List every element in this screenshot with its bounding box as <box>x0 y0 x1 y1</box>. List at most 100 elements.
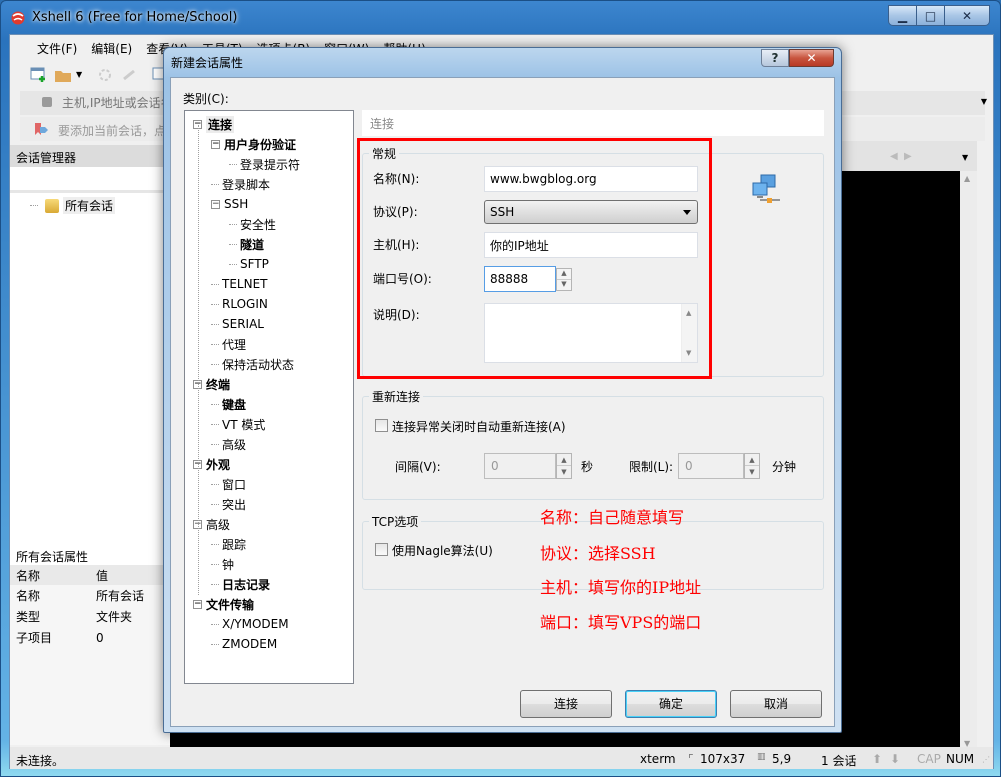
tree-all-sessions-label: 所有会话 <box>63 197 116 214</box>
nagle-label: 使用Nagle算法(U) <box>392 544 493 558</box>
tree-item[interactable]: 窗口 <box>211 475 246 493</box>
tree-item[interactable]: 登录脚本 <box>211 175 270 193</box>
spin-up-icon[interactable]: ▲ <box>557 269 571 280</box>
open-folder-icon[interactable] <box>54 67 72 83</box>
tree-item-label: 高级 <box>206 517 231 532</box>
tree-item[interactable]: TELNET <box>211 275 268 293</box>
tree-item[interactable]: 登录提示符 <box>229 155 300 173</box>
maximize-button[interactable]: □ <box>917 6 945 25</box>
tab-list-dropdown-icon[interactable]: ▼ <box>962 153 968 162</box>
tree-connector <box>211 283 219 285</box>
description-scrollbar[interactable]: ▲ ▼ <box>681 304 697 362</box>
chevron-down-icon <box>683 210 691 215</box>
table-row: 名称 所有会话 <box>10 585 170 606</box>
spin-up-icon[interactable]: ▲ <box>557 454 571 466</box>
section-title: 连接 <box>362 110 824 136</box>
scroll-down-icon[interactable]: ▼ <box>686 349 691 357</box>
spin-up-icon[interactable]: ▲ <box>745 454 759 466</box>
collapse-icon[interactable]: − <box>193 599 202 609</box>
tab-scroll-left-icon[interactable]: ◀ <box>890 151 898 162</box>
new-session-dialog: 新建会话属性 ? ✕ 类别(C): − 连接 − 用户身份验证 登录提示符 登录脚本 − SS… <box>163 47 842 733</box>
session-manager: 会话管理器 所有会话 所有会话属性 名称 值 名称 所有会话 类型 文件夹 子项… <box>10 145 170 745</box>
tree-item-label: 钟 <box>222 557 235 572</box>
cancel-button[interactable]: 取消 <box>730 690 822 718</box>
protocol-select[interactable]: SSH <box>484 200 698 224</box>
cursor-position: 5,9 <box>772 752 792 766</box>
caps-lock-indicator: CAP <box>917 752 941 766</box>
new-session-icon[interactable] <box>30 67 48 83</box>
add-session-arrow-icon[interactable] <box>34 122 50 136</box>
port-input[interactable] <box>484 266 556 292</box>
tree-all-sessions[interactable]: 所有会话 <box>30 197 116 214</box>
help-button[interactable]: ? <box>761 49 789 67</box>
tree-item[interactable]: X/YMODEM <box>211 615 289 633</box>
connect-button[interactable]: 连接 <box>520 690 612 718</box>
spin-down-icon[interactable]: ▼ <box>745 466 759 478</box>
col-name[interactable]: 名称 <box>10 567 90 584</box>
col-value[interactable]: 值 <box>90 567 108 584</box>
annotation-protocol: 协议：选择SSH <box>540 544 656 563</box>
tree-item-label: 键盘 <box>222 397 247 412</box>
tree-item-label: X/YMODEM <box>222 617 289 631</box>
minimize-button[interactable]: ▁ <box>889 6 917 25</box>
tree-item[interactable]: 代理 <box>211 335 246 353</box>
tree-item[interactable]: 键盘 <box>211 395 246 413</box>
tree-item[interactable]: 日志记录 <box>211 575 270 593</box>
tree-item[interactable]: ZMODEM <box>211 635 277 653</box>
tree-item[interactable]: 隧道 <box>229 235 264 253</box>
session-search[interactable] <box>10 167 169 193</box>
tree-connector <box>211 303 219 305</box>
close-button[interactable]: ✕ <box>945 6 989 25</box>
tree-connector <box>211 583 219 585</box>
tree-connector <box>211 183 219 185</box>
tree-item[interactable]: 安全性 <box>229 215 276 233</box>
open-dropdown-icon[interactable]: ▼ <box>76 70 82 79</box>
session-count: 1 会话 <box>821 754 857 768</box>
interval-stepper[interactable]: ▲ ▼ <box>556 453 572 479</box>
spin-down-icon[interactable]: ▼ <box>557 280 571 291</box>
tree-item[interactable]: RLOGIN <box>211 295 268 313</box>
tree-item[interactable]: − 用户身份验证 <box>211 135 296 153</box>
tree-item-label: TELNET <box>222 277 268 291</box>
tree-item[interactable]: SERIAL <box>211 315 264 333</box>
tab-scroll-right-icon[interactable]: ▶ <box>904 151 912 162</box>
menu-file[interactable]: 文件(F) <box>30 40 84 57</box>
host-input[interactable] <box>484 232 698 258</box>
tree-item[interactable]: SFTP <box>229 255 269 273</box>
dialog-close-button[interactable]: ✕ <box>789 49 834 67</box>
tree-item[interactable]: 钟 <box>211 555 234 573</box>
limit-input[interactable]: 0 <box>678 453 744 479</box>
name-label: 名称(N): <box>373 172 420 186</box>
tree-item[interactable]: 跟踪 <box>211 535 246 553</box>
scroll-up-icon[interactable]: ▲ <box>686 309 691 317</box>
tree-item[interactable]: 保持活动状态 <box>211 355 294 373</box>
app-title: Xshell 6 (Free for Home/School) <box>32 10 238 25</box>
description-textarea[interactable]: ▲ ▼ <box>484 303 698 363</box>
resize-grip-icon[interactable]: ⋰ <box>982 755 990 764</box>
scroll-up-icon[interactable]: ▲ <box>964 174 970 183</box>
tree-item[interactable]: − 文件传输 <box>193 595 254 613</box>
auto-reconnect-checkbox[interactable] <box>375 419 388 432</box>
interval-input[interactable]: 0 <box>484 453 556 479</box>
address-dropdown-icon[interactable]: ▼ <box>981 97 987 106</box>
properties-header: 名称 值 <box>10 565 170 585</box>
port-stepper[interactable]: ▲ ▼ <box>556 268 572 291</box>
terminal-scrollbar[interactable]: ▲ ▼ <box>960 171 977 751</box>
tree-item[interactable]: VT 模式 <box>211 415 265 433</box>
tree-item[interactable]: 高级 <box>211 435 246 453</box>
collapse-icon[interactable]: − <box>211 139 220 149</box>
interval-label: 间隔(V): <box>395 460 441 474</box>
menu-edit[interactable]: 编辑(E) <box>84 40 139 57</box>
network-icon <box>752 174 780 203</box>
name-input[interactable] <box>484 166 698 192</box>
tree-item[interactable]: − SSH <box>211 195 248 213</box>
tree-item[interactable]: − 连接 <box>193 115 235 133</box>
ok-button[interactable]: 确定 <box>625 690 717 718</box>
tree-item[interactable]: 突出 <box>211 495 246 513</box>
nagle-checkbox[interactable] <box>375 543 388 556</box>
limit-stepper[interactable]: ▲ ▼ <box>744 453 760 479</box>
spin-down-icon[interactable]: ▼ <box>557 466 571 478</box>
annotation-host: 主机：填写你的IP地址 <box>540 578 702 597</box>
collapse-icon[interactable]: − <box>211 199 220 209</box>
tree-connector <box>211 423 219 425</box>
